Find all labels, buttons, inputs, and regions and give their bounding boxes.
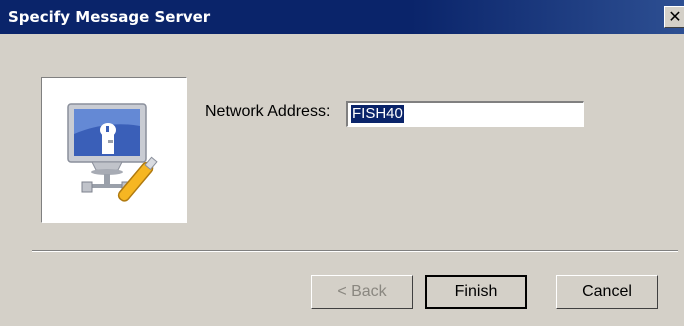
network-address-value: FISH40 — [351, 105, 404, 123]
separator-line — [32, 250, 678, 252]
network-address-label: Network Address: — [205, 103, 331, 120]
title-bar[interactable]: Specify Message Server — [0, 0, 684, 34]
dialog-window: Specify Message Server ✕ Network Address… — [0, 0, 684, 326]
window-title: Specify Message Server — [8, 8, 211, 26]
network-address-input[interactable]: FISH40 — [346, 101, 584, 127]
wizard-image-panel — [41, 77, 187, 223]
back-button[interactable]: < Back — [311, 275, 413, 309]
cancel-button[interactable]: Cancel — [556, 275, 658, 309]
network-computer-key-icon — [67, 103, 158, 202]
close-icon: ✕ — [668, 7, 682, 26]
close-button[interactable]: ✕ — [664, 6, 684, 28]
finish-button[interactable]: Finish — [425, 275, 527, 309]
